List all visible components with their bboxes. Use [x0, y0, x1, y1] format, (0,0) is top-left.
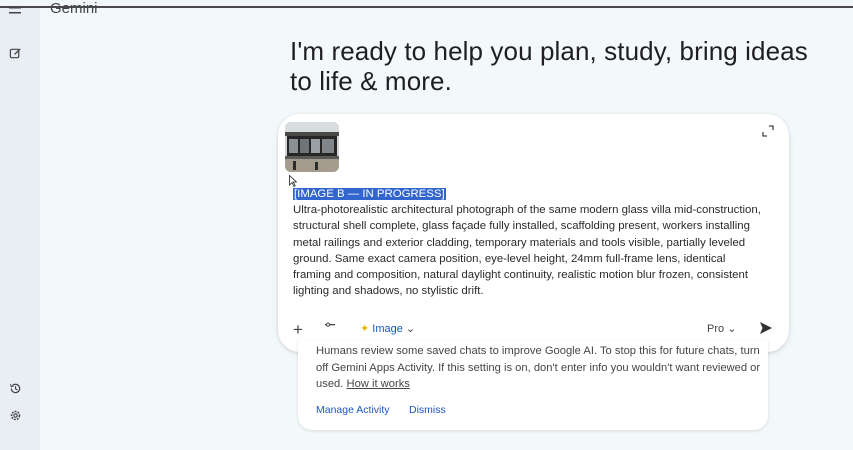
expand-icon[interactable]: [761, 124, 775, 138]
selected-text: [IMAGE B — IN PROGRESS]: [293, 188, 446, 200]
how-it-works-link[interactable]: How it works: [346, 378, 409, 390]
dismiss-button[interactable]: Dismiss: [409, 404, 446, 416]
menu-icon[interactable]: [6, 2, 24, 20]
send-button[interactable]: [758, 320, 774, 339]
tools-sliders-icon[interactable]: [324, 322, 336, 335]
sidebar: [0, 7, 40, 450]
activity-history-icon[interactable]: [6, 379, 24, 397]
mode-label: Pro: [707, 323, 725, 335]
image-tool-chip[interactable]: ✦ Image ⌄: [360, 322, 415, 335]
new-chat-icon[interactable]: [6, 44, 24, 62]
chevron-down-icon: ⌄: [727, 323, 737, 335]
chevron-down-icon: ⌄: [405, 323, 416, 335]
send-icon: [760, 322, 772, 334]
mode-picker[interactable]: Pro ⌄: [707, 322, 736, 335]
prompt-text: Ultra-photorealistic architectural photo…: [293, 204, 761, 298]
privacy-notice: Humans review some saved chats to improv…: [298, 340, 768, 430]
settings-gear-icon[interactable]: [6, 406, 24, 424]
app-title: Gemini: [50, 0, 98, 17]
image-tool-label: Image: [372, 323, 403, 335]
banana-icon: ✦: [360, 323, 370, 335]
mouse-cursor-icon: [289, 174, 298, 188]
greeting-headline: I'm ready to help you plan, study, bring…: [290, 36, 808, 96]
image-thumbnail-icon[interactable]: [285, 122, 339, 172]
manage-activity-button[interactable]: Manage Activity: [316, 404, 390, 416]
prompt-composer[interactable]: [IMAGE B — IN PROGRESS] Ultra-photoreali…: [278, 114, 789, 352]
add-attachment-plus-icon[interactable]: +: [293, 320, 303, 340]
notice-body: Humans review some saved chats to improv…: [316, 343, 761, 393]
prompt-input[interactable]: [IMAGE B — IN PROGRESS] Ultra-photoreali…: [293, 186, 763, 299]
